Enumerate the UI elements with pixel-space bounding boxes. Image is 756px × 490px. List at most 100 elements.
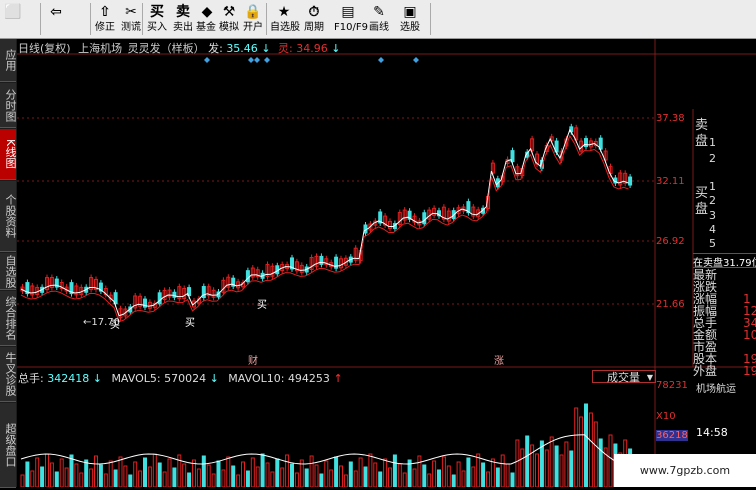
- tab-ranking[interactable]: 综合排名: [0, 291, 17, 346]
- volume-bar: [285, 454, 290, 488]
- volume-mode-select[interactable]: 成交量 ▼: [592, 370, 656, 384]
- volume-bar: [500, 454, 505, 488]
- volume-bar: [324, 460, 329, 488]
- volume-bar: [456, 461, 461, 488]
- volume-bar: [481, 462, 486, 488]
- tab-apps[interactable]: 应用: [0, 39, 17, 82]
- volume-bar: [236, 474, 241, 488]
- volume-bar: [143, 457, 147, 488]
- tab-kline[interactable]: K线图: [0, 129, 17, 180]
- stock-picker-button[interactable]: ▣ 选股: [396, 1, 424, 37]
- volume-bar: [133, 461, 138, 488]
- buy-button-label: 买入: [147, 22, 167, 33]
- toolbar-separator: [142, 3, 143, 35]
- ling-value: 34.96: [296, 42, 328, 55]
- tab-diagnosis[interactable]: 牛叉诊股: [0, 347, 17, 402]
- volume-bar: [549, 436, 554, 488]
- volume-bar: [196, 468, 201, 488]
- volume-bar: [515, 439, 520, 488]
- quote-field-row: 外盘 19: [693, 365, 756, 377]
- simulate-button[interactable]: ⚒ 模拟: [218, 1, 240, 37]
- buy-panel: 买盘 1 2 3 4 5: [693, 174, 756, 252]
- volume-bar: [598, 438, 603, 488]
- volume-bar: [250, 457, 255, 488]
- sell-label: 卖盘: [695, 118, 709, 149]
- volume-bar: [79, 472, 84, 488]
- volume-bar: [216, 460, 221, 488]
- volume-bar: [245, 470, 250, 488]
- volume-bar: [172, 467, 177, 488]
- period-label[interactable]: 日线(复权): [18, 42, 71, 55]
- volume-bar: [162, 471, 167, 488]
- open-account-icon: 🔒: [244, 4, 262, 20]
- volume-bar: [103, 473, 108, 488]
- candle-body: [422, 212, 427, 225]
- fix-button[interactable]: ⇧ 修正: [94, 1, 116, 37]
- price-axis-label: 37.38: [656, 113, 685, 124]
- back-button[interactable]: ⇦: [44, 1, 68, 37]
- sell-level: 2: [709, 152, 716, 165]
- volume-bar: [422, 464, 427, 488]
- rise-mark[interactable]: 涨: [494, 352, 504, 367]
- tab-intraday[interactable]: 分时图: [0, 83, 17, 128]
- fund-button[interactable]: ◆ 基金: [196, 1, 216, 37]
- volume-bar: [314, 464, 319, 488]
- volume-bar: [530, 444, 535, 488]
- tab-stock-info[interactable]: 个股资料: [0, 181, 17, 252]
- quote-fields: 最新 涨跌 涨幅 1 振幅 12 总手 34 金额 10 市盈 股本 19 外盘 19: [693, 269, 756, 377]
- volume-bar: [206, 464, 211, 488]
- buy-icon: 买: [150, 4, 164, 20]
- buy-level: 4: [709, 223, 716, 236]
- quote-panel: 卖盘 1 2 买盘 1 2 3 4 5 在卖盘31.79位置 最新涨跌涨幅1振幅…: [693, 112, 756, 452]
- volume-bar: [593, 421, 598, 488]
- volume-axis-bottom: 36218: [656, 430, 688, 441]
- quote-field-value: 10: [743, 328, 756, 342]
- volume-bar: [535, 453, 539, 488]
- kline-chart-svg: [17, 39, 756, 488]
- open-account-button[interactable]: 🔒 开户: [242, 1, 264, 37]
- stock-picker-icon: ▣: [403, 4, 417, 20]
- f10-button[interactable]: ▤ F10/F9: [334, 1, 368, 37]
- volume-bar: [461, 470, 466, 488]
- sell-button-label: 卖出: [173, 22, 193, 33]
- volume-bar: [74, 463, 79, 488]
- lie-test-button[interactable]: ✂ 测谎: [120, 1, 142, 37]
- finance-mark[interactable]: 财: [248, 352, 258, 367]
- signal-diamond: [413, 57, 419, 63]
- candle-body: [584, 138, 588, 148]
- volume-bar: [157, 462, 162, 488]
- period-icon: ⏱: [308, 4, 320, 20]
- fullscreen-button[interactable]: ⬜: [2, 1, 24, 37]
- back-icon: ⇦: [50, 4, 62, 20]
- kline-chart-area[interactable]: [17, 39, 756, 488]
- sell-button[interactable]: 卖卖出: [172, 1, 194, 37]
- volume-bar: [554, 445, 559, 488]
- sector-name[interactable]: 机场航运: [696, 380, 736, 395]
- sell-level: 1: [709, 136, 716, 149]
- volume-bar: [211, 473, 216, 488]
- volume-bar: [84, 459, 89, 488]
- period-button[interactable]: ⏱ 周期: [300, 1, 328, 37]
- volume-bar: [564, 441, 569, 488]
- watchlist-button[interactable]: ★ 自选股: [270, 1, 300, 37]
- indicator-name[interactable]: 灵灵发（样板）: [128, 42, 205, 55]
- chart-info-bar: 日线(复权) 上海机场 灵灵发（样板） 发: 35.46 ↓ 灵: 34.96 …: [18, 40, 341, 55]
- down-arrow-icon: ↓: [331, 42, 341, 55]
- tab-super-orderbook[interactable]: 超级盘口: [0, 403, 17, 488]
- candle-body: [157, 292, 162, 305]
- sell-panel: 卖盘 1 2: [693, 112, 756, 174]
- stock-name: 上海机场: [78, 42, 123, 55]
- toolbar-separator: [90, 3, 91, 35]
- volume-bar: [260, 453, 265, 488]
- buy-button[interactable]: 买买入: [146, 1, 168, 37]
- volume-bar: [343, 474, 348, 488]
- volume-bar: [25, 461, 30, 488]
- zongshou-label: 总手:: [18, 372, 44, 385]
- down-arrow-icon: ↓: [92, 372, 102, 385]
- time-label: 14:58: [696, 426, 728, 439]
- volume-axis-top: 78231: [656, 380, 688, 391]
- draw-line-button[interactable]: ✎ 画线: [366, 1, 392, 37]
- signal-diamond: [378, 57, 384, 63]
- volume-bar: [466, 457, 471, 488]
- tab-watchlist[interactable]: 自选股: [0, 253, 17, 290]
